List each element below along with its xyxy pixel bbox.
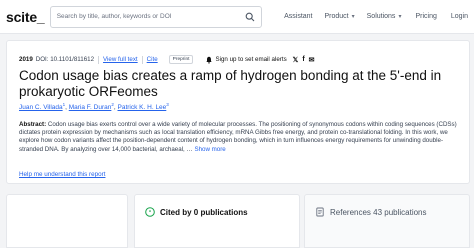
nav-solutions[interactable]: Solutions ▾ <box>367 13 402 20</box>
preprint-badge: Preprint <box>168 55 194 64</box>
show-more-link[interactable]: Show more <box>194 146 225 153</box>
tab-cited-by-content: “ Cited by 0 publications <box>145 207 248 217</box>
paper-meta: 2019 DOI: 10.1101/811612 View full text … <box>19 55 315 64</box>
divider <box>141 55 143 64</box>
divider <box>98 55 100 64</box>
nav-assistant-label: Assistant <box>284 13 313 20</box>
search-icon[interactable] <box>245 12 255 22</box>
tab-references-content: References 43 publications <box>315 207 427 217</box>
nav-solutions-label: Solutions <box>366 13 396 20</box>
author-link[interactable]: Maria F. Duran <box>69 104 112 111</box>
nav-assistant[interactable]: Assistant <box>284 13 312 20</box>
side-panel <box>6 194 128 248</box>
tab-references[interactable]: References 43 publications <box>304 194 470 248</box>
view-full-text-link[interactable]: View full text <box>103 56 138 63</box>
nav-pricing[interactable]: Pricing <box>415 13 436 20</box>
share-icons: 𝕏 f ✉ <box>293 56 315 64</box>
search-bar[interactable]: Search by title, author, keywords or DOI <box>49 5 263 28</box>
bell-icon[interactable] <box>205 56 213 64</box>
help-understand-link[interactable]: Help me understand this report <box>19 171 105 178</box>
cite-link[interactable]: Cite <box>147 56 158 63</box>
abstract: Abstract: Codon usage bias exerts contro… <box>19 121 459 154</box>
nav-login-label: Login <box>450 13 468 20</box>
tab-references-label: References 43 publications <box>330 207 427 217</box>
nav-login[interactable]: Login <box>451 13 468 20</box>
chevron-down-icon: ▾ <box>398 14 402 20</box>
tab-cited-by[interactable]: “ Cited by 0 publications <box>134 194 300 248</box>
publication-year: 2019 <box>19 56 33 63</box>
abstract-text: Codon usage bias exerts control over a w… <box>19 121 457 153</box>
help-section: Help me understand this report <box>19 171 105 178</box>
scite-logo[interactable]: scite_ <box>6 9 50 25</box>
facebook-icon[interactable]: f <box>302 56 304 63</box>
paper-card: 2019 DOI: 10.1101/811612 View full text … <box>6 40 470 184</box>
paper-title: Codon usage bias creates a ramp of hydro… <box>19 68 442 99</box>
email-alerts-link[interactable]: Sign up to set email alerts <box>215 56 286 63</box>
nav-pricing-label: Pricing <box>415 13 437 20</box>
nav-product[interactable]: Product ▾ <box>325 13 355 20</box>
document-icon <box>316 207 324 217</box>
doi-text: DOI: 10.1101/811612 <box>35 56 95 63</box>
author-link[interactable]: Juan C. Villada <box>19 104 63 111</box>
nav-product-label: Product <box>324 13 349 20</box>
author-list: Juan C. Villada1, Maria F. Duran2, Patri… <box>19 102 169 112</box>
author-link[interactable]: Patrick K. H. Lee <box>118 104 167 111</box>
tab-cited-by-label: Cited by 0 publications <box>160 207 248 217</box>
abstract-label: Abstract: <box>19 121 47 128</box>
chevron-down-icon: ▾ <box>351 14 355 20</box>
quote-bubble-icon: “ <box>145 207 155 217</box>
affiliation-number: 3 <box>166 102 169 107</box>
svg-text:“: “ <box>149 210 152 216</box>
search-input[interactable]: Search by title, author, keywords or DOI <box>57 13 245 20</box>
top-navigation-bar: scite_ Search by title, author, keywords… <box>0 0 474 34</box>
twitter-icon[interactable]: 𝕏 <box>293 56 299 64</box>
email-icon[interactable]: ✉ <box>309 56 315 64</box>
main-nav: Assistant Product ▾ Solutions ▾ Pricing Lo… <box>272 13 468 20</box>
